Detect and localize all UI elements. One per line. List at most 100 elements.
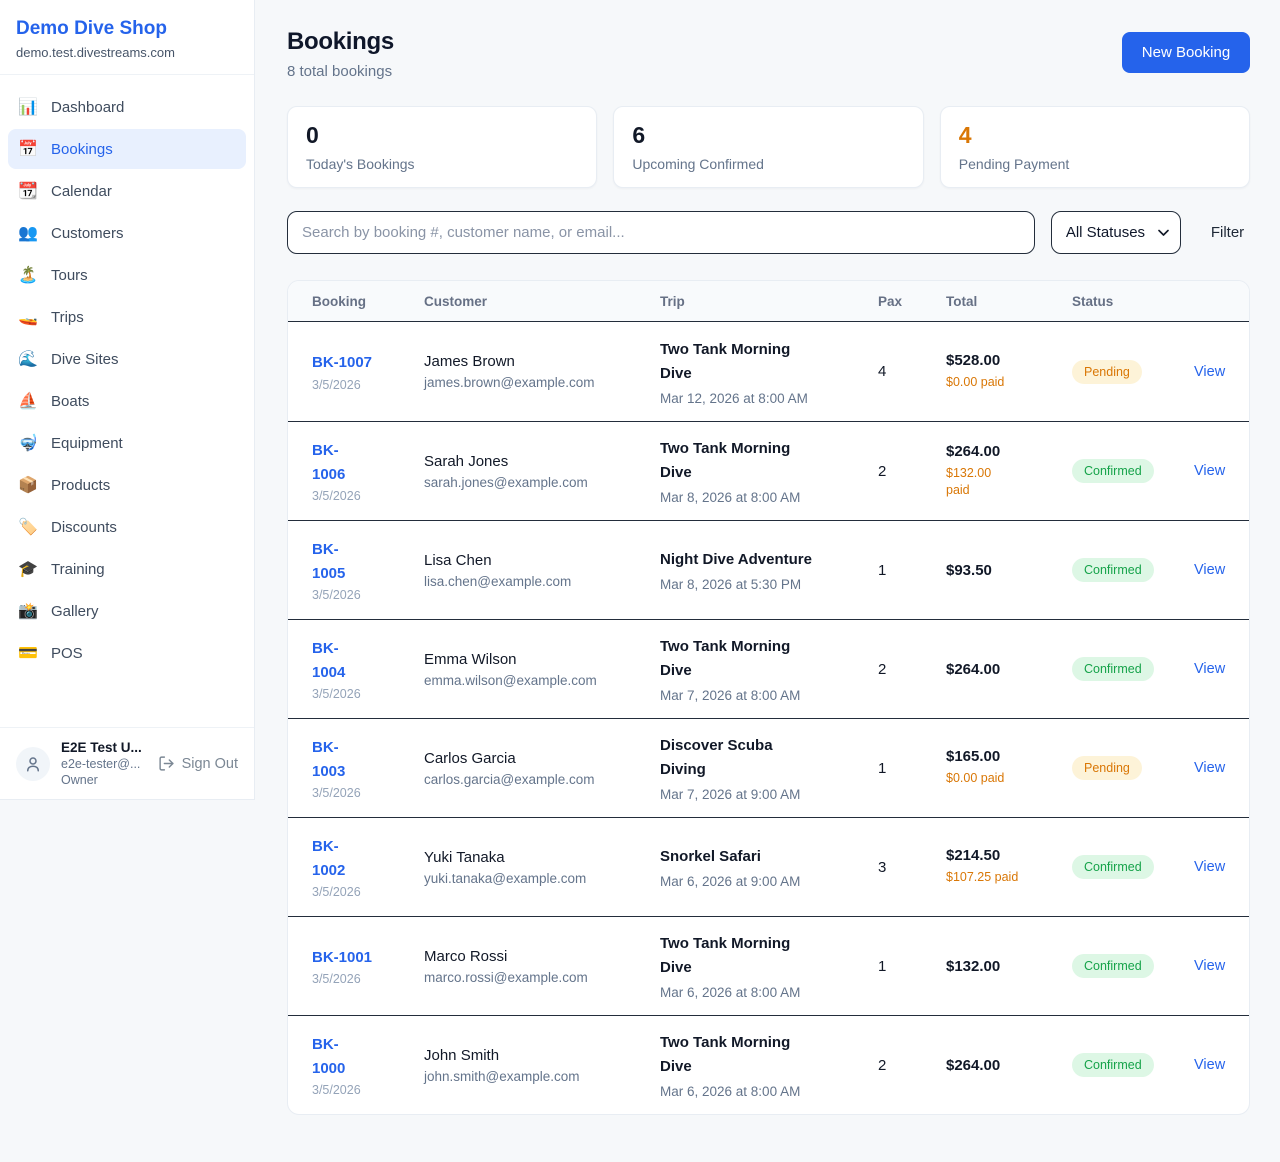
total-amount: $264.00 bbox=[946, 661, 1072, 678]
booking-cell: BK- 1003 3/5/2026 bbox=[312, 736, 424, 800]
sidebar-item-pos[interactable]: 💳 POS bbox=[8, 633, 246, 673]
view-link[interactable]: View bbox=[1194, 859, 1225, 875]
sidebar-item-boats[interactable]: ⛵ Boats bbox=[8, 381, 246, 421]
sidebar-user-footer: E2E Test U... e2e-tester@... Owner Sign … bbox=[0, 727, 254, 799]
credit-card-icon: 💳 bbox=[18, 643, 38, 663]
booking-id-link[interactable]: BK- 1000 bbox=[312, 1033, 345, 1080]
page-subtitle: 8 total bookings bbox=[287, 63, 394, 80]
booking-id-link[interactable]: BK-1001 bbox=[312, 946, 372, 969]
package-icon: 📦 bbox=[18, 475, 38, 495]
status-badge: Confirmed bbox=[1072, 855, 1154, 879]
customer-cell: Yuki Tanaka yuki.tanaka@example.com bbox=[424, 849, 660, 886]
trip-cell: Snorkel Safari Mar 6, 2026 at 9:00 AM bbox=[660, 845, 878, 889]
customer-email: lisa.chen@example.com bbox=[424, 574, 660, 589]
sidebar-item-dashboard[interactable]: 📊 Dashboard bbox=[8, 87, 246, 127]
view-link[interactable]: View bbox=[1194, 958, 1225, 974]
trip-datetime: Mar 7, 2026 at 9:00 AM bbox=[660, 787, 878, 802]
bookings-table: Booking Customer Trip Pax Total Status B… bbox=[287, 280, 1250, 1115]
total-cell: $264.00 bbox=[946, 661, 1072, 678]
sidebar-item-equipment[interactable]: 🤿 Equipment bbox=[8, 423, 246, 463]
status-cell: Confirmed bbox=[1072, 558, 1194, 582]
sidebar-item-gallery[interactable]: 📸 Gallery bbox=[8, 591, 246, 631]
sign-out-button[interactable]: Sign Out bbox=[158, 755, 238, 772]
trip-name: Two Tank Morning Dive bbox=[660, 437, 878, 485]
total-amount: $93.50 bbox=[946, 562, 1072, 579]
table-row: BK- 1005 3/5/2026 Lisa Chen lisa.chen@ex… bbox=[288, 520, 1249, 619]
view-link[interactable]: View bbox=[1194, 562, 1225, 578]
sidebar-item-tours[interactable]: 🏝️ Tours bbox=[8, 255, 246, 295]
trip-name: Two Tank Morning Dive bbox=[660, 1031, 878, 1079]
booking-date: 3/5/2026 bbox=[312, 786, 424, 800]
column-header-booking: Booking bbox=[312, 294, 424, 309]
filter-button[interactable]: Filter bbox=[1211, 224, 1244, 241]
trip-datetime: Mar 8, 2026 at 5:30 PM bbox=[660, 577, 878, 592]
trip-datetime: Mar 6, 2026 at 8:00 AM bbox=[660, 985, 878, 1000]
view-link[interactable]: View bbox=[1194, 463, 1225, 479]
sidebar-item-dive-sites[interactable]: 🌊 Dive Sites bbox=[8, 339, 246, 379]
trip-name: Two Tank Morning Dive bbox=[660, 932, 878, 980]
sidebar-item-label: Customers bbox=[51, 225, 124, 242]
status-cell: Confirmed bbox=[1072, 459, 1194, 483]
sidebar-item-label: Products bbox=[51, 477, 110, 494]
column-header-pax: Pax bbox=[878, 294, 946, 309]
filter-row: All Statuses Filter bbox=[287, 211, 1250, 254]
view-link[interactable]: View bbox=[1194, 364, 1225, 380]
sidebar-item-customers[interactable]: 👥 Customers bbox=[8, 213, 246, 253]
view-link[interactable]: View bbox=[1194, 661, 1225, 677]
sidebar-item-discounts[interactable]: 🏷️ Discounts bbox=[8, 507, 246, 547]
customer-email: john.smith@example.com bbox=[424, 1069, 660, 1084]
actions-cell: View bbox=[1194, 759, 1225, 777]
trip-cell: Two Tank Morning Dive Mar 8, 2026 at 8:0… bbox=[660, 437, 878, 505]
booking-cell: BK- 1002 3/5/2026 bbox=[312, 835, 424, 899]
tear-off-calendar-icon: 📆 bbox=[18, 181, 38, 201]
trip-name: Discover Scuba Diving bbox=[660, 734, 878, 782]
booking-date: 3/5/2026 bbox=[312, 588, 424, 602]
table-row: BK- 1004 3/5/2026 Emma Wilson emma.wilso… bbox=[288, 619, 1249, 718]
total-cell: $264.00 bbox=[946, 1057, 1072, 1074]
customer-cell: John Smith john.smith@example.com bbox=[424, 1047, 660, 1084]
status-cell: Confirmed bbox=[1072, 855, 1194, 879]
sidebar-item-training[interactable]: 🎓 Training bbox=[8, 549, 246, 589]
people-icon: 👥 bbox=[18, 223, 38, 243]
trip-cell: Discover Scuba Diving Mar 7, 2026 at 9:0… bbox=[660, 734, 878, 802]
customer-email: emma.wilson@example.com bbox=[424, 673, 660, 688]
stat-value: 0 bbox=[306, 122, 578, 149]
trip-name: Night Dive Adventure bbox=[660, 548, 878, 572]
booking-id-link[interactable]: BK- 1005 bbox=[312, 538, 345, 585]
total-amount: $264.00 bbox=[946, 443, 1072, 460]
booking-id-link[interactable]: BK- 1002 bbox=[312, 835, 345, 882]
total-cell: $264.00 $132.00 paid bbox=[946, 443, 1072, 500]
graduation-cap-icon: 🎓 bbox=[18, 559, 38, 579]
paid-amount: $107.25 paid bbox=[946, 869, 1072, 887]
table-header-row: Booking Customer Trip Pax Total Status bbox=[288, 281, 1249, 322]
paid-amount: $0.00 paid bbox=[946, 770, 1072, 788]
status-filter-select[interactable]: All Statuses bbox=[1051, 211, 1181, 254]
sidebar-item-trips[interactable]: 🚤 Trips bbox=[8, 297, 246, 337]
table-row: BK- 1003 3/5/2026 Carlos Garcia carlos.g… bbox=[288, 718, 1249, 817]
booking-cell: BK-1001 3/5/2026 bbox=[312, 946, 424, 986]
booking-id-link[interactable]: BK-1007 bbox=[312, 351, 372, 374]
booking-id-link[interactable]: BK- 1006 bbox=[312, 439, 345, 486]
view-link[interactable]: View bbox=[1194, 1057, 1225, 1073]
new-booking-button[interactable]: New Booking bbox=[1122, 32, 1250, 73]
sidebar-item-label: Calendar bbox=[51, 183, 112, 200]
sidebar-item-label: POS bbox=[51, 645, 83, 662]
search-input[interactable] bbox=[287, 211, 1035, 254]
customer-cell: Carlos Garcia carlos.garcia@example.com bbox=[424, 750, 660, 787]
sidebar-item-bookings[interactable]: 📅 Bookings bbox=[8, 129, 246, 169]
sidebar-item-calendar[interactable]: 📆 Calendar bbox=[8, 171, 246, 211]
booking-id-link[interactable]: BK- 1003 bbox=[312, 736, 345, 783]
sidebar-item-products[interactable]: 📦 Products bbox=[8, 465, 246, 505]
booking-cell: BK- 1006 3/5/2026 bbox=[312, 439, 424, 503]
total-amount: $214.50 bbox=[946, 847, 1072, 864]
column-header-trip: Trip bbox=[660, 294, 878, 309]
customer-name: Carlos Garcia bbox=[424, 750, 660, 767]
actions-cell: View bbox=[1194, 462, 1225, 480]
trip-datetime: Mar 7, 2026 at 8:00 AM bbox=[660, 688, 878, 703]
booking-id-link[interactable]: BK- 1004 bbox=[312, 637, 345, 684]
booking-date: 3/5/2026 bbox=[312, 489, 424, 503]
trip-cell: Two Tank Morning Dive Mar 6, 2026 at 8:0… bbox=[660, 932, 878, 1000]
customer-name: James Brown bbox=[424, 353, 660, 370]
view-link[interactable]: View bbox=[1194, 760, 1225, 776]
total-cell: $93.50 bbox=[946, 562, 1072, 579]
